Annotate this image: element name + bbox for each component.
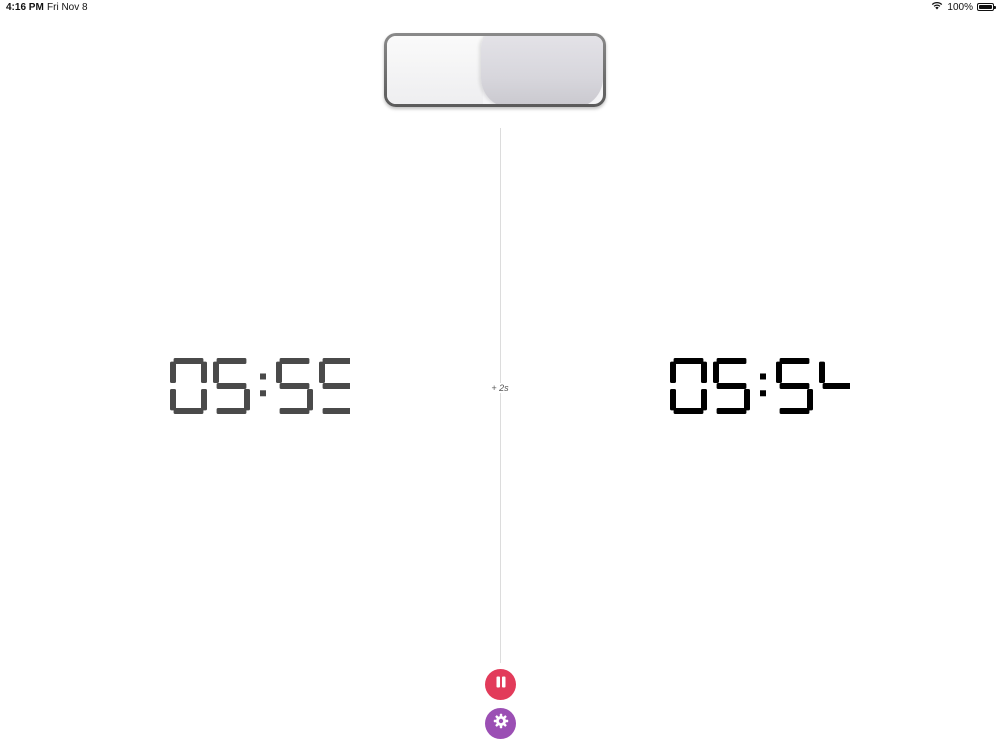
chess-clock-screen: 4:16 PM Fri Nov 8 100% + 2s — [0, 0, 1000, 750]
status-date: Fri Nov 8 — [47, 2, 88, 13]
clock-digit — [170, 358, 207, 414]
clock-digit — [776, 358, 813, 414]
clock-digit — [819, 361, 850, 389]
increment-label: + 2s — [480, 383, 520, 393]
battery-fill — [979, 5, 992, 9]
right-clock-display — [670, 358, 850, 414]
clock-digit — [276, 358, 313, 414]
left-player-clock[interactable] — [150, 355, 350, 417]
clock-colon — [760, 373, 766, 397]
pause-button[interactable] — [485, 669, 516, 700]
battery-icon — [977, 3, 996, 11]
left-clock-display — [170, 358, 350, 414]
clock-colon — [260, 373, 266, 397]
status-right: 100% — [931, 1, 996, 13]
rocker-right-side-pressed — [481, 36, 603, 104]
clock-digit — [713, 358, 750, 414]
wifi-icon — [931, 1, 943, 13]
rocker-inner — [387, 36, 603, 104]
status-time: 4:16 PM — [6, 2, 44, 13]
gear-icon — [493, 713, 509, 734]
status-bar: 4:16 PM Fri Nov 8 100% — [0, 0, 1000, 16]
battery-percentage: 100% — [947, 1, 973, 13]
settings-button[interactable] — [485, 708, 516, 739]
right-player-clock[interactable] — [650, 355, 850, 417]
pause-icon — [494, 675, 508, 694]
rocker-switch[interactable] — [384, 33, 606, 107]
clock-digit — [670, 358, 707, 414]
rocker-left-side — [387, 36, 483, 104]
clock-digit — [319, 358, 350, 414]
center-divider — [500, 128, 501, 663]
clock-digit — [213, 358, 250, 414]
